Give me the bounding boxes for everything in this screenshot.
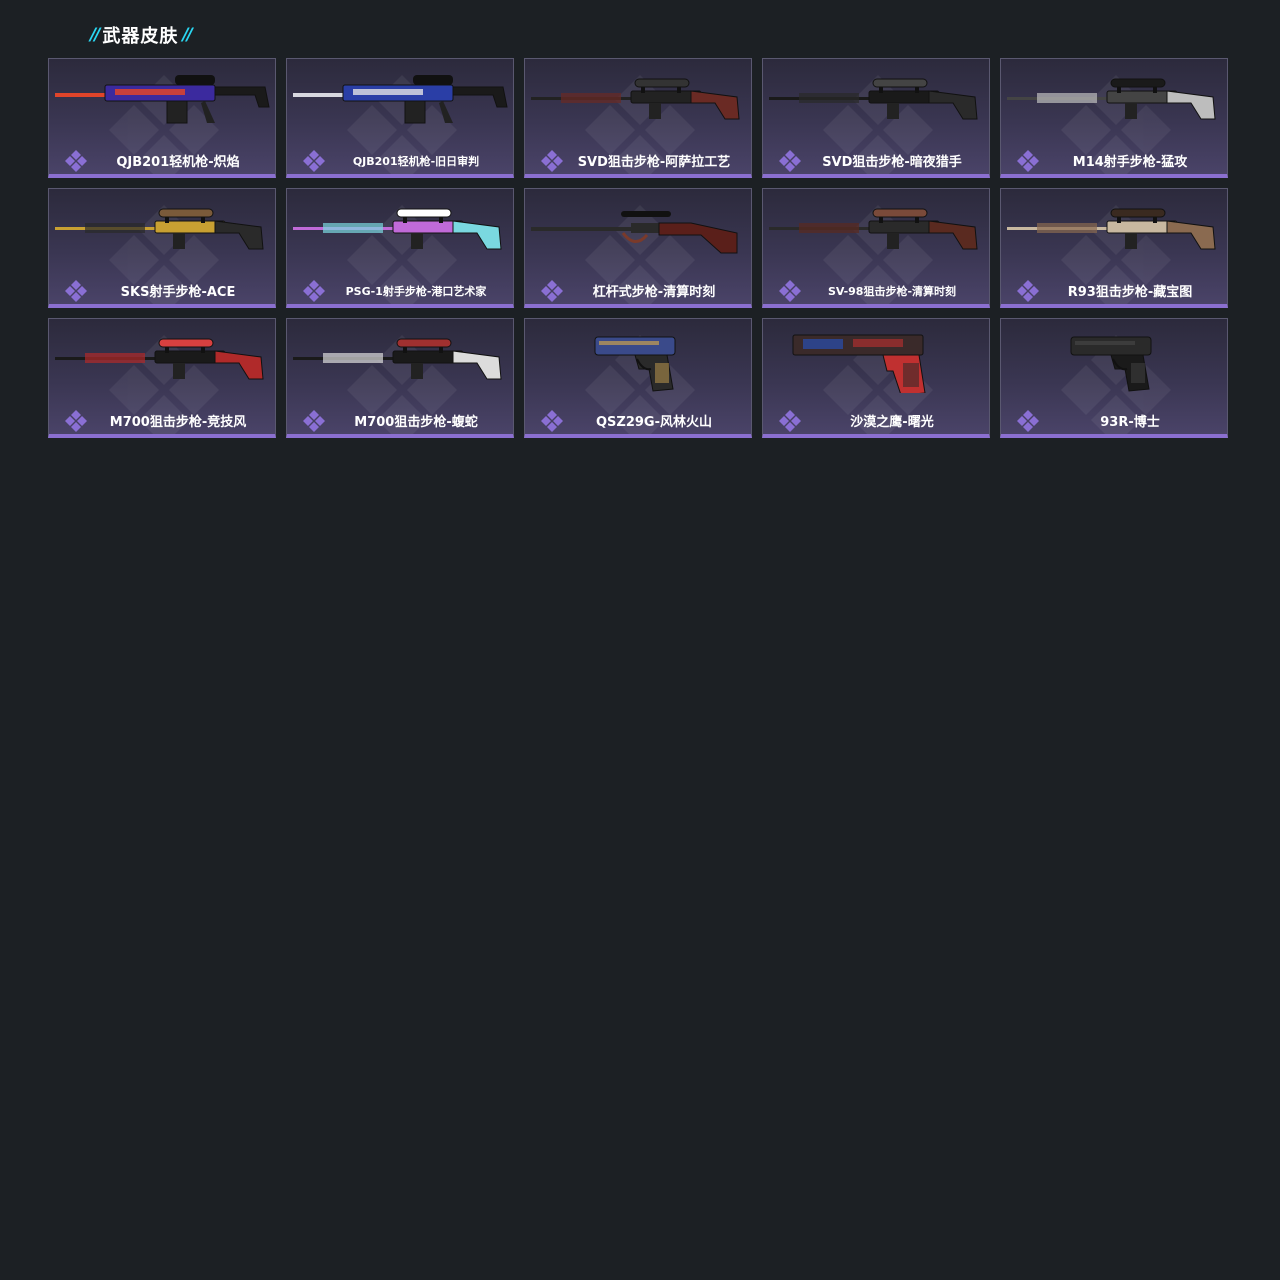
rarity-diamond-icon xyxy=(1017,150,1039,172)
rarity-diamond-icon xyxy=(303,280,325,302)
skin-name: 沙漠之鹰-曙光 xyxy=(850,415,934,430)
rarity-diamond-icon xyxy=(65,150,87,172)
skin-card[interactable]: SVD狙击步枪-阿萨拉工艺 xyxy=(524,58,752,178)
skin-grid: QJB201轻机枪-炽焰 QJB201轻机枪-旧日审判 SVD狙击步枪-阿萨拉工… xyxy=(48,58,1228,438)
skin-name: SVD狙击步枪-阿萨拉工艺 xyxy=(577,155,731,170)
skin-card[interactable]: M700狙击步枪-蝮蛇 xyxy=(286,318,514,438)
rarity-diamond-icon xyxy=(779,150,801,172)
skin-name: PSG-1射手步枪-港口艺术家 xyxy=(345,285,487,298)
skin-card[interactable]: 93R-博士 xyxy=(1000,318,1228,438)
rarity-diamond-icon xyxy=(303,150,325,172)
rarity-diamond-icon xyxy=(779,410,801,432)
rarity-diamond-icon xyxy=(65,410,87,432)
skin-card[interactable]: SV-98狙击步枪-清算时刻 xyxy=(762,188,990,308)
rarity-diamond-icon xyxy=(303,410,325,432)
marksman-rifle-icon xyxy=(293,208,502,250)
skin-card[interactable]: M700狙击步枪-竞技风 xyxy=(48,318,276,438)
skin-name: 杠杆式步枪-清算时刻 xyxy=(592,285,716,300)
sniper-rifle-icon xyxy=(1007,208,1216,250)
rarity-diamond-icon xyxy=(1017,410,1039,432)
skin-card[interactable]: SKS射手步枪-ACE xyxy=(48,188,276,308)
sniper-rifle-icon xyxy=(531,78,740,120)
rarity-diamond-icon xyxy=(541,410,563,432)
skin-name: QJB201轻机枪-旧日审判 xyxy=(352,155,480,168)
skin-card[interactable]: QJB201轻机枪-旧日审判 xyxy=(286,58,514,178)
skin-name: M14射手步枪-猛攻 xyxy=(1072,155,1188,170)
skin-card[interactable]: PSG-1射手步枪-港口艺术家 xyxy=(286,188,514,308)
skin-card[interactable]: 杠杆式步枪-清算时刻 xyxy=(524,188,752,308)
machine-gun-icon xyxy=(293,75,508,124)
skin-name: QJB201轻机枪-炽焰 xyxy=(116,155,240,170)
skin-card[interactable]: R93狙击步枪-藏宝图 xyxy=(1000,188,1228,308)
pistol-icon xyxy=(594,336,676,392)
rarity-diamond-icon xyxy=(541,280,563,302)
machine-gun-icon xyxy=(55,75,270,124)
rarity-diamond-icon xyxy=(1017,280,1039,302)
skin-card[interactable]: 沙漠之鹰-曙光 xyxy=(762,318,990,438)
skin-name: R93狙击步枪-藏宝图 xyxy=(1067,285,1193,300)
rarity-diamond-icon xyxy=(65,280,87,302)
rarity-diamond-icon xyxy=(541,150,563,172)
section-title: 武器皮肤 xyxy=(102,26,179,47)
skin-card[interactable]: QSZ29G-风林火山 xyxy=(524,318,752,438)
sniper-rifle-icon xyxy=(293,338,502,380)
slash-decoration-icon: // xyxy=(90,25,101,45)
lever-rifle-icon xyxy=(531,211,738,254)
skin-name: M700狙击步枪-竞技风 xyxy=(109,415,247,430)
pistol-icon xyxy=(1070,336,1152,392)
skin-name: SVD狙击步枪-暗夜猎手 xyxy=(822,155,962,170)
sniper-rifle-icon xyxy=(769,78,978,120)
marksman-rifle-icon xyxy=(55,208,264,250)
skin-name: SKS射手步枪-ACE xyxy=(120,285,236,300)
rarity-diamond-icon xyxy=(779,280,801,302)
desert-eagle-icon xyxy=(792,334,926,393)
skin-name: SV-98狙击步枪-清算时刻 xyxy=(827,285,957,298)
skin-name: 93R-博士 xyxy=(1100,415,1160,430)
sniper-rifle-icon xyxy=(55,338,264,380)
skin-card[interactable]: QJB201轻机枪-炽焰 xyxy=(48,58,276,178)
slash-decoration-icon: // xyxy=(182,25,193,45)
skin-name: QSZ29G-风林火山 xyxy=(596,415,712,430)
section-header: // 武器皮肤 // xyxy=(90,22,193,48)
skin-card[interactable]: M14射手步枪-猛攻 xyxy=(1000,58,1228,178)
sniper-rifle-icon xyxy=(769,208,978,250)
skin-name: M700狙击步枪-蝮蛇 xyxy=(354,415,478,430)
marksman-rifle-icon xyxy=(1007,78,1216,120)
skin-card[interactable]: SVD狙击步枪-暗夜猎手 xyxy=(762,58,990,178)
